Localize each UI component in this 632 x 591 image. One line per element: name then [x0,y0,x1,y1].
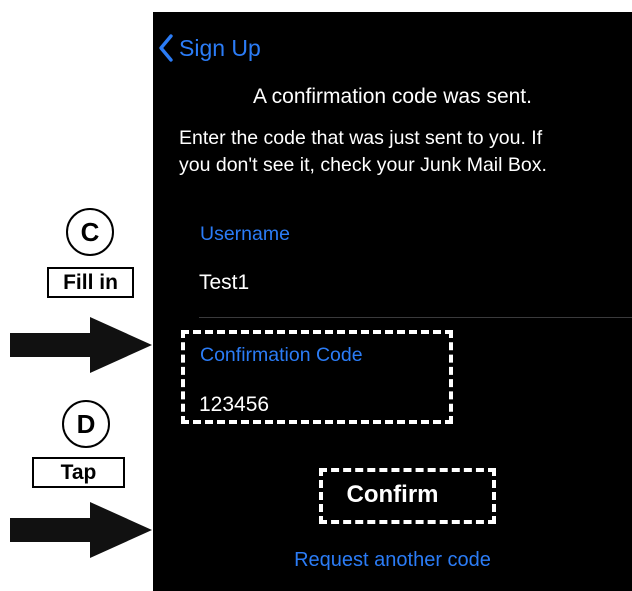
back-button[interactable]: Sign Up [159,31,261,65]
app-screen: Sign Up A confirmation code was sent. En… [153,12,632,591]
chevron-left-icon [159,34,173,62]
instructions-line-2: you don't see it, check your Junk Mail B… [179,154,547,176]
instructions-line-1: Enter the code that was just sent to you… [179,127,543,149]
request-another-code-link[interactable]: Request another code [153,549,632,572]
arrow-right-icon [10,317,152,373]
tap-label: Tap [32,457,125,488]
step-d-badge: D [62,400,110,448]
fill-in-label: Fill in [47,267,134,298]
confirmation-code-label: Confirmation Code [200,344,363,366]
confirm-button[interactable]: Confirm [153,481,632,509]
instructions-text: Enter the code that was just sent to you… [179,125,632,179]
username-divider [199,317,632,318]
username-field[interactable]: Test1 [199,271,249,295]
step-c-badge: C [66,208,114,256]
back-button-label: Sign Up [179,34,261,61]
page-title: A confirmation code was sent. [253,85,532,108]
arrow-right-icon [10,502,152,558]
confirmation-code-field[interactable]: 123456 [199,393,269,417]
username-label: Username [200,223,290,245]
